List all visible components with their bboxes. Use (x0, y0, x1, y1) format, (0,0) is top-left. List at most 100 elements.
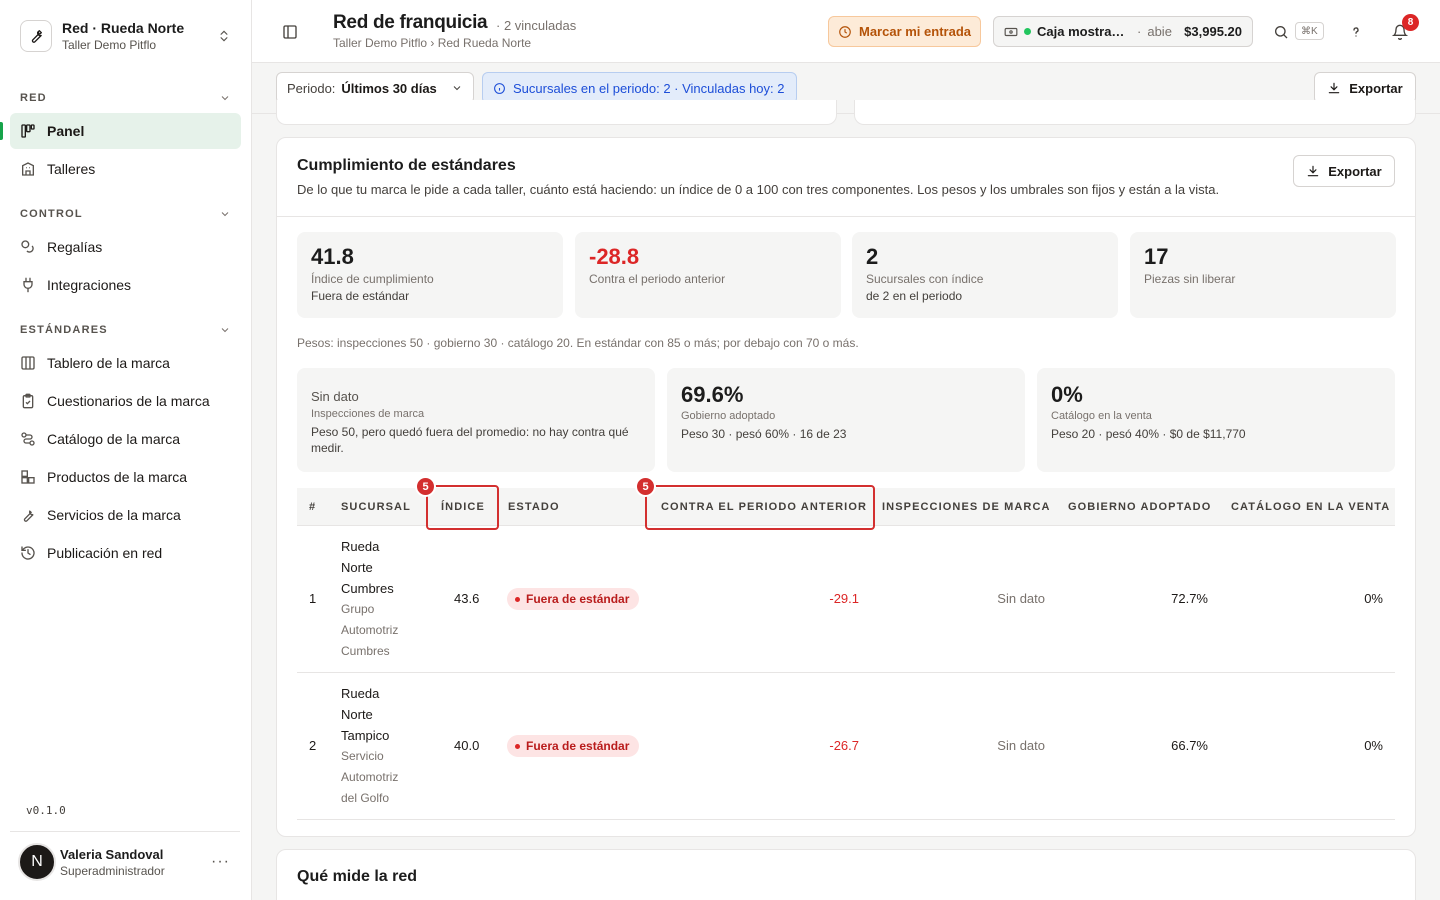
sidebar-item-label: Tablero de la marca (47, 355, 170, 371)
help-icon[interactable] (1348, 24, 1364, 40)
more-icon[interactable]: ··· (211, 853, 230, 871)
branch-name-line: Cumbres (341, 581, 394, 596)
shortcut-hint: ⌘K (1295, 22, 1324, 40)
previous-card-right (854, 100, 1416, 125)
breadcrumb[interactable]: Taller Demo Pitflo › Red Rueda Norte (333, 36, 531, 50)
table-row[interactable]: 1 Rueda Norte Cumbres Grupo Automotriz C… (297, 526, 1395, 673)
highlight-badge: 5 (635, 476, 656, 497)
route-icon (20, 431, 36, 447)
column-header-number[interactable]: # (309, 501, 316, 513)
catalog-value: 0% (1364, 738, 1383, 753)
kpi-label: Sucursales con índice (866, 272, 984, 286)
status-label: Fuera de estándar (526, 739, 630, 753)
catalog-value: 0% (1364, 591, 1383, 606)
compliance-card: Cumplimiento de estándares De lo que tu … (276, 137, 1416, 837)
row-number: 1 (309, 591, 317, 606)
component-sub: Peso 30 · pesó 60% · 16 de 23 (681, 427, 847, 441)
history-icon (20, 545, 36, 561)
previous-card-left (276, 100, 837, 125)
status-dot (1024, 28, 1031, 35)
sidebar-item-catalogo[interactable]: Catálogo de la marca (10, 421, 241, 457)
branch-name-line: Rueda (341, 539, 380, 554)
period-value: Últimos 30 días (341, 80, 437, 96)
sidebar-item-talleres[interactable]: Talleres (10, 151, 241, 187)
sidebar-item-publicacion[interactable]: Publicación en red (10, 535, 241, 571)
org-subtitle: Taller Demo Pitflo (62, 38, 157, 52)
user-menu[interactable]: N Valeria Sandoval Superadministrador ··… (18, 842, 240, 882)
highlight-box-index (426, 485, 499, 530)
sidebar-item-label: Catálogo de la marca (47, 431, 181, 447)
component-value: 69.6% (681, 382, 744, 407)
branch-cell[interactable]: Rueda Norte Cumbres Grupo Automotriz Cum… (341, 536, 398, 662)
panel-icon (20, 123, 36, 139)
section-control[interactable]: CONTROL (20, 208, 83, 220)
divider (277, 216, 1415, 217)
sidebar-item-label: Servicios de la marca (47, 507, 181, 523)
component-governance: 69.6% Gobierno adoptado Peso 30 · pesó 6… (667, 368, 1025, 472)
sidebar-item-regalias[interactable]: Regalías (10, 229, 241, 265)
sidebar-item-tablero[interactable]: Tablero de la marca (10, 345, 241, 381)
compliance-export-button[interactable]: Exportar (1293, 155, 1395, 187)
chevron-down-icon[interactable] (219, 92, 231, 104)
status-label: Fuera de estándar (526, 592, 630, 606)
info-icon (494, 82, 505, 94)
branch-cell[interactable]: Rueda Norte Tampico Servicio Automotriz … (341, 683, 398, 809)
kpi-sub: de 2 en el periodo (866, 289, 963, 303)
branch-name-line: Norte (341, 707, 373, 722)
kpi-value: 41.8 (311, 244, 354, 269)
status-badge: Fuera de estándar (507, 735, 640, 757)
kpi-label: Piezas sin liberar (1144, 272, 1236, 286)
status-dot (515, 596, 520, 602)
branch-name-line: Tampico (341, 728, 390, 743)
column-header-status[interactable]: ESTADO (508, 501, 560, 513)
plug-icon (20, 277, 36, 293)
building-icon (20, 161, 36, 177)
sidebar-item-servicios[interactable]: Servicios de la marca (10, 497, 241, 533)
sidebar-item-panel[interactable]: Panel (10, 113, 241, 149)
sidebar-toggle-icon[interactable] (282, 24, 298, 40)
status-dot (515, 743, 520, 749)
chevron-down-icon[interactable] (219, 324, 231, 336)
branch-org-line: del Golfo (341, 791, 390, 805)
component-label: Catálogo en la venta (1051, 410, 1152, 422)
app-version: v0.1.0 (26, 804, 66, 817)
sidebar-item-label: Productos de la marca (47, 469, 188, 485)
sidebar-item-cuestionarios[interactable]: Cuestionarios de la marca (10, 383, 241, 419)
divider (10, 831, 240, 832)
clock-icon (839, 25, 851, 38)
org-switcher[interactable]: Red · Rueda Norte Taller Demo Pitflo (10, 10, 241, 62)
sidebar-item-integraciones[interactable]: Integraciones (10, 267, 241, 303)
kpi-value: 2 (866, 244, 879, 269)
cash-register-button[interactable]: Caja mostrador · abie $3,995.20 (993, 16, 1253, 47)
branch-org-line: Cumbres (341, 644, 390, 658)
chevron-down-icon[interactable] (219, 208, 231, 220)
sidebar-item-label: Talleres (47, 161, 96, 177)
cash-register-status: abie (1147, 24, 1172, 39)
sidebar-item-label: Panel (47, 123, 85, 139)
section-estandares[interactable]: ESTÁNDARES (20, 324, 108, 336)
search-icon[interactable] (1273, 24, 1289, 40)
weights-note: Pesos: inspecciones 50 · gobierno 30 · c… (297, 336, 859, 350)
sidebar-item-label: Publicación en red (47, 545, 163, 561)
columns-icon (20, 355, 36, 371)
table-row[interactable]: 2 Rueda Norte Tampico Servicio Automotri… (297, 673, 1395, 820)
kpi-label: Índice de cumplimiento (311, 272, 434, 286)
column-header-catalog[interactable]: CATÁLOGO EN LA VENTA (1231, 501, 1390, 513)
sidebar-item-productos[interactable]: Productos de la marca (10, 459, 241, 495)
cash-register-amount: $3,995.20 (1184, 24, 1242, 39)
branch-org-line: Servicio (341, 749, 384, 763)
kpi-vs-previous: -28.8 Contra el periodo anterior (575, 232, 841, 318)
inspections-value: Sin dato (997, 738, 1045, 753)
section-red[interactable]: RED (20, 92, 47, 104)
sidebar-item-label: Cuestionarios de la marca (47, 393, 210, 409)
highlight-box-vs-previous (645, 485, 875, 530)
cash-separator: · (1137, 24, 1142, 39)
kpi-label: Contra el periodo anterior (589, 272, 726, 286)
column-header-inspections[interactable]: INSPECCIONES DE MARCA (882, 501, 1051, 513)
component-label: Gobierno adoptado (681, 410, 776, 422)
governance-value: 66.7% (1171, 738, 1208, 753)
column-header-branch[interactable]: SUCURSAL (341, 501, 411, 513)
sidebar-item-label: Regalías (47, 239, 103, 255)
clock-in-button[interactable]: Marcar mi entrada (828, 16, 981, 47)
column-header-governance[interactable]: GOBIERNO ADOPTADO (1068, 501, 1211, 513)
